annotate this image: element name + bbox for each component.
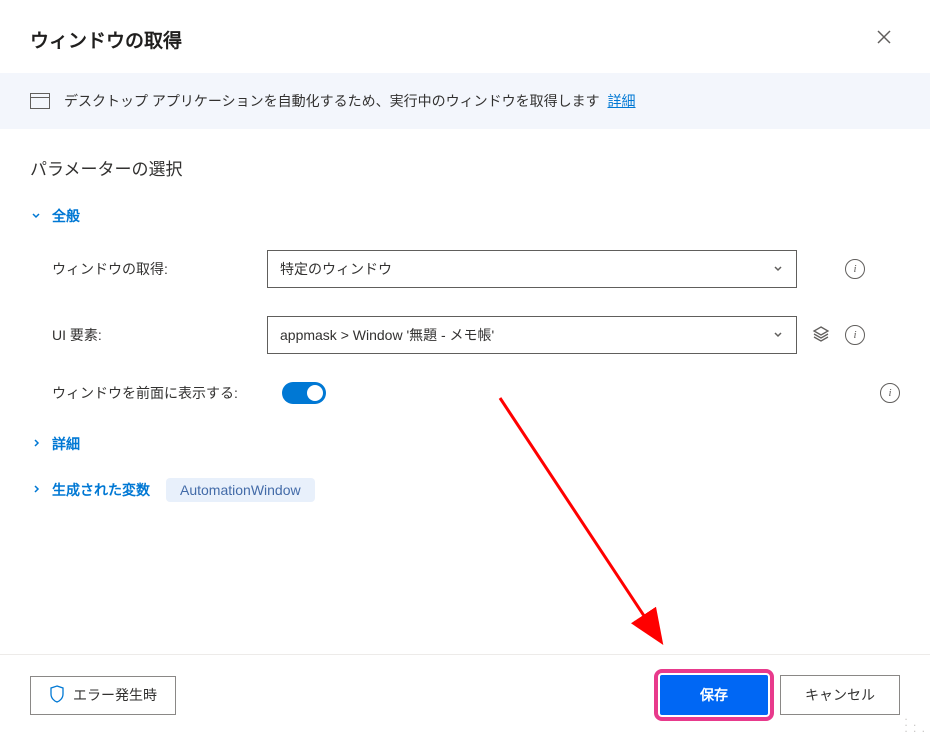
- advanced-label: 詳細: [52, 434, 80, 454]
- chevron-down-icon: [772, 262, 784, 277]
- resize-handle-icon[interactable]: .. .. . .: [904, 713, 926, 731]
- bring-to-front-label: ウィンドウを前面に表示する:: [52, 383, 282, 403]
- info-icon[interactable]: i: [845, 259, 865, 279]
- on-error-label: エラー発生時: [73, 685, 157, 705]
- parameter-section-title: パラメーターの選択: [30, 155, 900, 180]
- get-window-value: 特定のウィンドウ: [280, 259, 392, 279]
- ui-element-select[interactable]: appmask > Window '無題 - メモ帳': [267, 316, 797, 354]
- info-icon[interactable]: i: [845, 325, 865, 345]
- window-icon: [30, 93, 50, 109]
- banner-description: デスクトップ アプリケーションを自動化するため、実行中のウィンドウを取得します: [64, 93, 600, 109]
- general-section-header[interactable]: 全般: [30, 206, 900, 226]
- chevron-down-icon: [772, 328, 784, 343]
- get-window-label: ウィンドウの取得:: [52, 259, 267, 279]
- banner-text: デスクトップ アプリケーションを自動化するため、実行中のウィンドウを取得します …: [64, 91, 636, 111]
- details-link[interactable]: 詳細: [608, 93, 636, 109]
- on-error-button[interactable]: エラー発生時: [30, 676, 176, 715]
- shield-icon: [49, 685, 65, 706]
- advanced-section-header[interactable]: 詳細: [30, 434, 900, 454]
- get-window-select[interactable]: 特定のウィンドウ: [267, 250, 797, 288]
- ui-element-row: UI 要素: appmask > Window '無題 - メモ帳' i: [30, 316, 900, 354]
- cancel-button[interactable]: キャンセル: [780, 675, 900, 715]
- general-label: 全般: [52, 206, 80, 226]
- chevron-down-icon: [30, 209, 42, 224]
- dialog-content: パラメーターの選択 全般 ウィンドウの取得: 特定のウィンドウ i UI 要素: [0, 129, 930, 552]
- variables-label: 生成された変数: [52, 480, 150, 500]
- chevron-right-icon: [30, 437, 42, 452]
- variables-section-header[interactable]: 生成された変数 AutomationWindow: [30, 478, 900, 502]
- dialog-header: ウィンドウの取得: [0, 0, 930, 73]
- close-button[interactable]: [868, 24, 900, 55]
- ui-element-label: UI 要素:: [52, 325, 267, 345]
- layers-icon[interactable]: [811, 324, 831, 347]
- bring-to-front-row: ウィンドウを前面に表示する: i: [30, 382, 900, 404]
- dialog-footer: エラー発生時 保存 キャンセル: [0, 654, 930, 735]
- close-icon: [876, 29, 892, 45]
- bring-to-front-toggle[interactable]: [282, 382, 326, 404]
- variable-badge[interactable]: AutomationWindow: [166, 478, 315, 502]
- info-icon[interactable]: i: [880, 383, 900, 403]
- dialog-title: ウィンドウの取得: [30, 26, 182, 53]
- ui-element-value: appmask > Window '無題 - メモ帳': [280, 325, 494, 345]
- footer-actions: 保存 キャンセル: [660, 675, 900, 715]
- get-window-row: ウィンドウの取得: 特定のウィンドウ i: [30, 250, 900, 288]
- save-button[interactable]: 保存: [660, 675, 768, 715]
- info-banner: デスクトップ アプリケーションを自動化するため、実行中のウィンドウを取得します …: [0, 73, 930, 129]
- chevron-right-icon: [30, 483, 42, 498]
